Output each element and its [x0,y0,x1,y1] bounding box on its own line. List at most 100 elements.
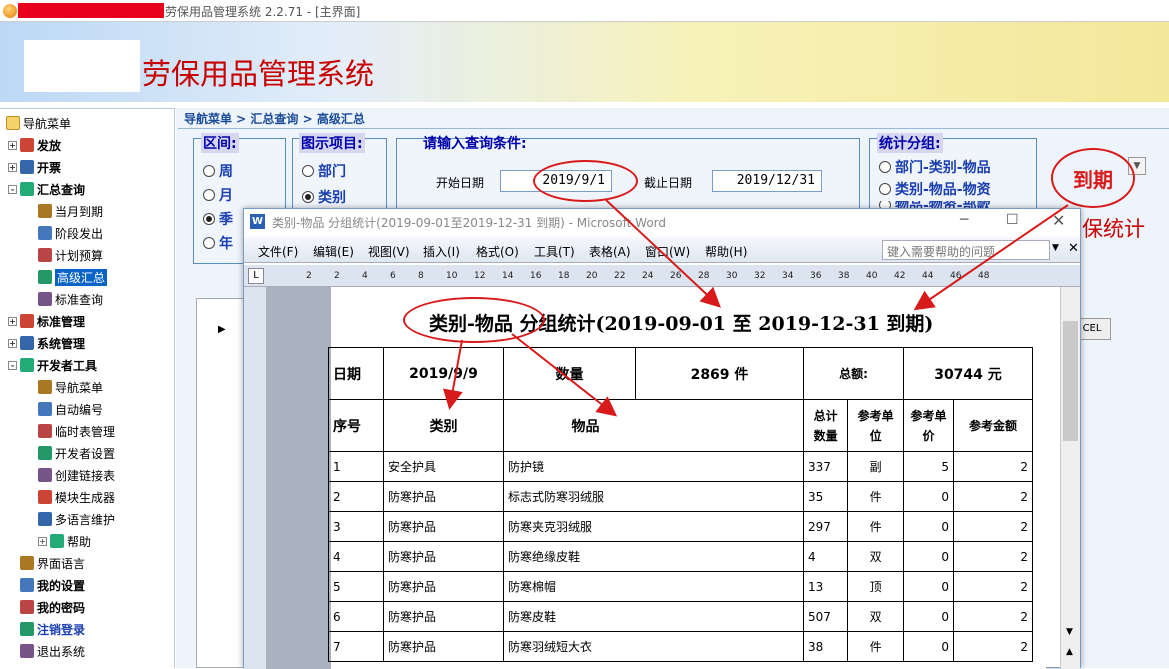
end-date-field[interactable]: 2019/12/31 [712,170,822,192]
nav-item[interactable]: 计划预算 [38,244,103,266]
window-title: 劳保用品管理系统 2.2.71 - [主界面] [165,5,361,19]
nav-item[interactable]: 阶段发出 [38,222,103,244]
radio-month[interactable]: 月 [203,185,233,205]
nav-item[interactable]: 标准查询 [38,288,103,310]
prev-page-icon[interactable]: ▲ [1066,647,1073,657]
qty-label: 数量 [503,347,636,400]
nav-item[interactable]: 我的设置 [8,574,85,596]
ruler-tick: 2 [306,271,312,281]
cell-unit: 副 [847,451,904,482]
expand-toggle-icon[interactable]: + [38,536,47,546]
radio-year[interactable]: 年 [203,233,233,253]
radio-department[interactable]: 部门 [302,161,346,181]
cell-price: 0 [903,481,954,512]
nav-item[interactable]: 多语言维护 [38,508,115,530]
radio-category[interactable]: 类别 [302,187,346,207]
ruler-tick: 36 [810,271,822,281]
help-dropdown-icon[interactable]: ▼ [1052,243,1059,253]
nav-item[interactable]: + 开票 [8,156,61,178]
ruler-tick: 30 [726,271,738,281]
minimize-icon[interactable]: ─ [960,212,968,228]
nav-item[interactable]: 我的密码 [8,596,85,618]
cell-price: 0 [903,541,954,572]
interval-title: 区间: [201,133,239,153]
word-app-icon: W [250,214,265,229]
menu-insert[interactable]: 插入(I) [423,243,460,260]
nav-item[interactable]: 创建链接表 [38,464,115,486]
redaction-block [18,3,164,18]
nav-item[interactable]: + 标准管理 [8,310,85,332]
cell-price: 0 [903,601,954,632]
expand-toggle-icon[interactable]: + [8,162,17,172]
expand-toggle-icon[interactable]: + [8,338,17,348]
expand-toggle-icon[interactable]: - [8,184,17,194]
menu-view[interactable]: 视图(V) [368,243,410,260]
scroll-thumb[interactable] [1063,321,1078,441]
word-window: W 类别-物品 分组统计(2019-09-01至2019-12-31 到期) -… [243,208,1081,669]
menu-file[interactable]: 文件(F) [258,243,298,260]
nav-item-label: 退出系统 [37,644,86,659]
radio-dept-cat-item[interactable]: 部门-类别-物品 [879,157,991,177]
ruler-tick: 40 [866,271,878,281]
menu-window[interactable]: 窗口(W) [645,243,690,260]
radio-quarter[interactable]: 季 [203,209,233,229]
menu-tools[interactable]: 工具(T) [534,243,575,260]
scroll-down-icon[interactable]: ▼ [1066,627,1073,637]
nav-item[interactable]: 注销登录 [8,618,85,640]
ruler-tick: 8 [418,271,424,281]
nav-item[interactable]: 开发者设置 [38,442,115,464]
menu-format[interactable]: 格式(O) [476,243,519,260]
menu-edit[interactable]: 编辑(E) [313,243,354,260]
nav-item[interactable]: - 汇总查询 [8,178,85,200]
nav-item[interactable]: 模块生成器 [38,486,115,508]
close-doc-icon[interactable]: ✕ [1068,241,1079,256]
nav-item[interactable]: 自动编号 [38,398,103,420]
ruler-tick: 18 [558,271,570,281]
ruler-tick: 44 [922,271,934,281]
nav-item[interactable]: 临时表管理 [38,420,115,442]
row-pointer-icon: ▶ [218,324,226,335]
result-grid [196,298,246,668]
expand-toggle-icon[interactable]: + [8,316,17,326]
nav-item-label: 界面语言 [37,556,86,571]
cell-price: 0 [903,571,954,602]
close-icon[interactable]: ✕ [1052,211,1065,230]
nav-item[interactable]: 退出系统 [8,640,85,662]
date-value: 2019/9/9 [383,347,504,400]
horizontal-ruler[interactable]: L 2 2 4 6 8 10 12 14 16 18 20 22 24 26 28 30 32 34 36 38 40 4… [244,265,1080,287]
cell-cat: 防寒护品 [383,601,504,632]
start-date-highlight [533,160,638,202]
radio-cat-item-material[interactable]: 类别-物品-物资 [879,179,991,199]
cell-amount: 2 [953,451,1033,482]
breadcrumb-divider [178,128,1169,129]
expand-toggle-icon[interactable]: + [8,140,17,150]
help-search-input[interactable]: 键入需要帮助的问题 [882,240,1050,260]
nav-item-icon [20,160,34,174]
table-row: 3 防寒护品 防寒夹克羽绒服 297 件 0 2 [328,511,1033,542]
word-menubar: 文件(F) 编辑(E) 视图(V) 插入(I) 格式(O) 工具(T) 表格(A… [244,237,1080,263]
nav-item-label: 导航菜单 [55,380,104,395]
cell-qty: 337 [802,451,849,482]
nav-item[interactable]: 当月到期 [38,200,103,222]
nav-root[interactable]: 导航菜单 [6,112,71,134]
nav-item[interactable]: 界面语言 [8,552,85,574]
nav-item[interactable]: + 系统管理 [8,332,85,354]
menu-help[interactable]: 帮助(H) [705,243,747,260]
vertical-scrollbar[interactable]: ▼ ▲ [1060,287,1080,669]
cell-qty: 4 [802,541,849,572]
nav-item-icon [50,534,64,548]
expand-toggle-icon[interactable]: - [8,360,17,370]
cell-cat: 防寒护品 [383,571,504,602]
cell-unit: 双 [847,601,904,632]
tab-stop-icon[interactable]: L [248,268,264,284]
nav-item[interactable]: - 开发者工具 [8,354,97,376]
radio-week[interactable]: 周 [203,161,233,181]
nav-item[interactable]: 导航菜单 [38,376,103,398]
maximize-icon[interactable]: ☐ [1006,212,1019,228]
menu-table[interactable]: 表格(A) [589,243,631,260]
nav-item[interactable]: + 发放 [8,134,61,156]
ruler-tick: 22 [614,271,626,281]
nav-item[interactable]: + 帮助 [38,530,91,552]
nav-item[interactable]: 高级汇总 [38,266,108,288]
cell-qty: 297 [802,511,849,542]
